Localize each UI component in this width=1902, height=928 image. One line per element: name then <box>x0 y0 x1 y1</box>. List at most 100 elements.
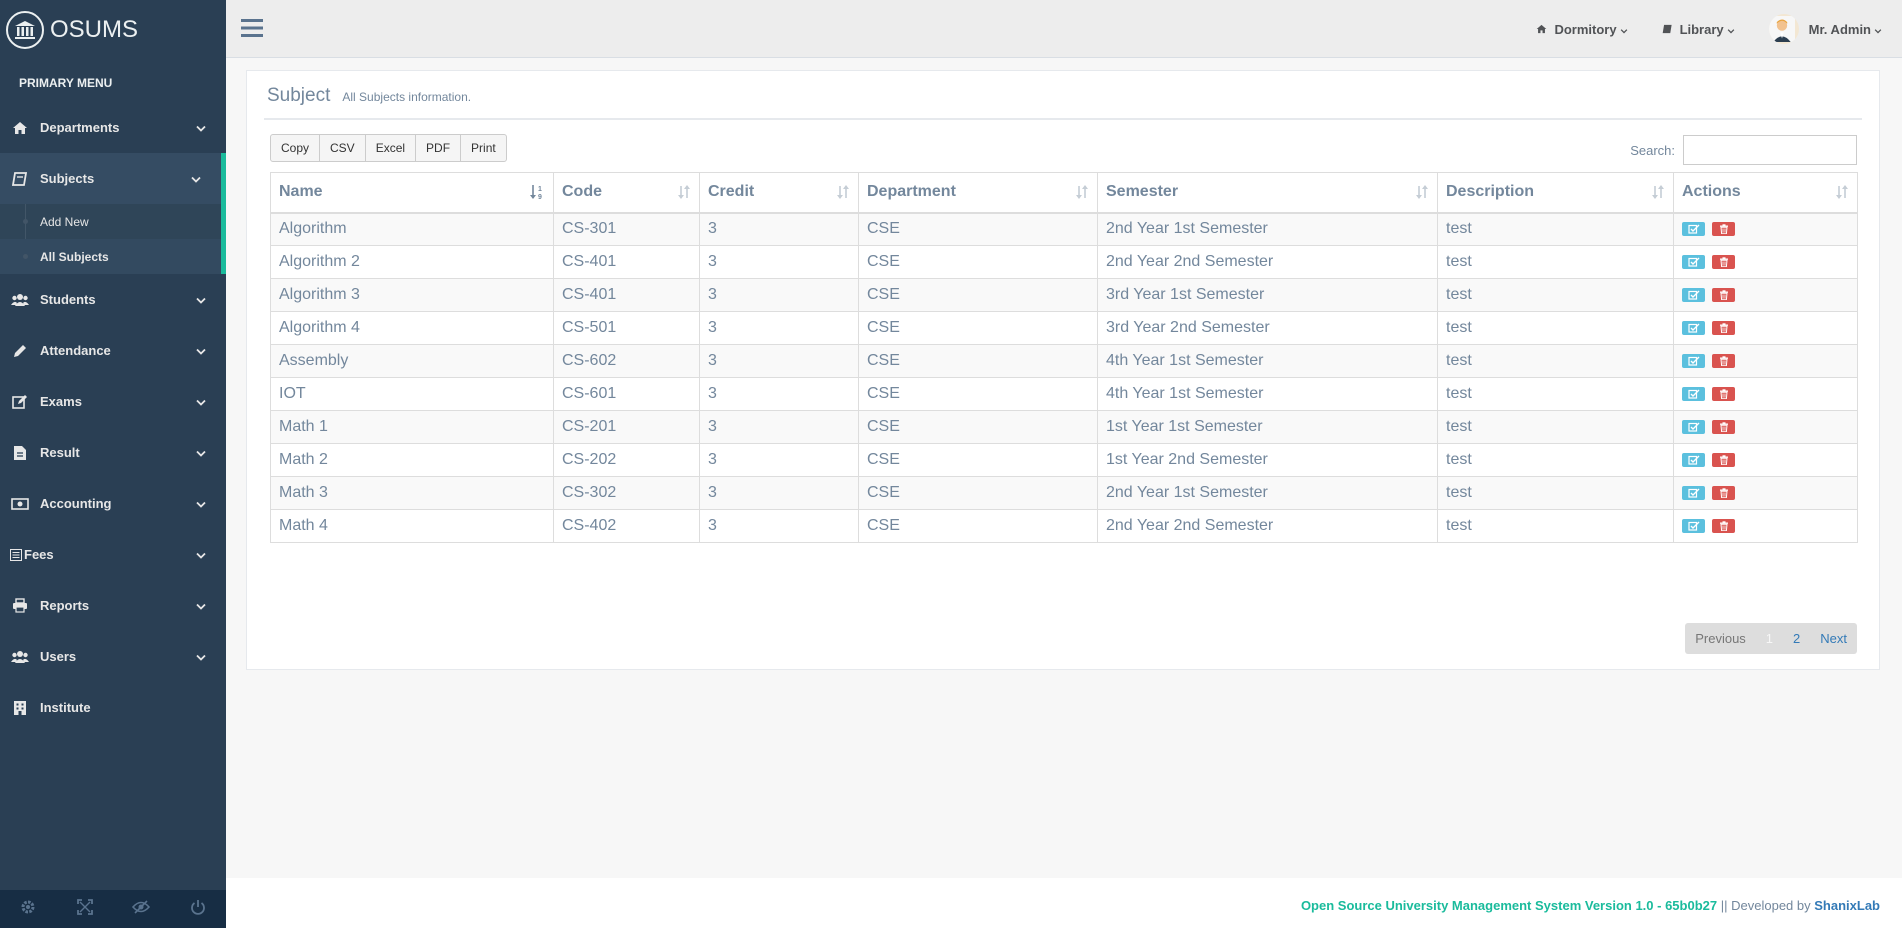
edit-icon <box>10 394 30 410</box>
previous-page-button[interactable]: Previous <box>1685 631 1756 646</box>
dormitory-dropdown[interactable]: Dormitory <box>1536 22 1631 37</box>
sidebar-item-institute[interactable]: Institute <box>0 682 226 733</box>
sidebar-item-departments[interactable]: Departments <box>0 102 226 153</box>
lock-button[interactable] <box>113 890 170 928</box>
cell-credit: 3 <box>699 212 859 246</box>
cell-semester: 4th Year 1st Semester <box>1097 377 1438 411</box>
delete-button[interactable] <box>1712 386 1735 401</box>
eye-slash-icon <box>132 899 151 919</box>
sidebar-item-fees[interactable]: Fees <box>0 529 226 580</box>
menu-heading: PRIMARY MENU <box>19 76 113 90</box>
sidebar-item-label: Users <box>40 649 77 664</box>
copy-button[interactable]: Copy <box>270 134 321 162</box>
edit-icon <box>1687 521 1699 531</box>
column-header-name[interactable]: Name 1 9 <box>270 172 554 214</box>
cell-semester: 2nd Year 1st Semester <box>1097 212 1438 246</box>
edit-button[interactable] <box>1682 485 1705 500</box>
pagination: Previous 1 2 Next <box>1685 623 1857 654</box>
delete-button[interactable] <box>1712 518 1735 533</box>
search-input[interactable] <box>1683 135 1857 165</box>
edit-button[interactable] <box>1682 452 1705 467</box>
sidebar-item-result[interactable]: Result <box>0 427 226 478</box>
brand[interactable]: OSUMS <box>0 0 226 60</box>
footer-developer-link[interactable]: ShanixLab <box>1814 898 1880 913</box>
cell-actions <box>1673 344 1858 378</box>
cell-semester: 2nd Year 1st Semester <box>1097 476 1438 510</box>
sidebar-item-label: Exams <box>40 394 82 409</box>
edit-icon <box>1687 323 1699 333</box>
edit-button[interactable] <box>1682 386 1705 401</box>
sidebar-item-users[interactable]: Users <box>0 631 226 682</box>
delete-button[interactable] <box>1712 452 1735 467</box>
sidebar-item-label: Attendance <box>40 343 111 358</box>
submenu-item-add-new[interactable]: Add New <box>0 204 221 239</box>
delete-button[interactable] <box>1712 222 1735 237</box>
edit-button[interactable] <box>1682 320 1705 335</box>
cell-description: test <box>1437 278 1674 312</box>
cell-code: CS-302 <box>553 476 700 510</box>
fullscreen-icon <box>76 898 93 920</box>
cell-description: test <box>1437 245 1674 279</box>
chevron-down-icon <box>196 649 206 664</box>
submenu-item-all-subjects[interactable]: All Subjects <box>0 239 221 274</box>
user-dropdown[interactable]: Mr. Admin <box>1768 14 1886 44</box>
next-page-button[interactable]: Next <box>1810 631 1857 646</box>
users-icon <box>10 293 30 307</box>
edit-button[interactable] <box>1682 419 1705 434</box>
page-2-button[interactable]: 2 <box>1783 631 1810 646</box>
library-dropdown[interactable]: Library <box>1662 22 1739 37</box>
footer-text: Open Source University Management System… <box>1301 898 1880 913</box>
edit-button[interactable] <box>1682 287 1705 302</box>
column-header-description[interactable]: Description <box>1437 172 1674 214</box>
cell-code: CS-602 <box>553 344 700 378</box>
delete-button[interactable] <box>1712 353 1735 368</box>
sidebar-item-students[interactable]: Students <box>0 274 226 325</box>
column-header-department[interactable]: Department <box>858 172 1098 214</box>
settings-button[interactable] <box>0 890 57 928</box>
cell-department: CSE <box>858 410 1098 444</box>
building-icon <box>10 700 30 716</box>
page-1-button[interactable]: 1 <box>1756 631 1783 646</box>
sidebar-item-attendance[interactable]: Attendance <box>0 325 226 376</box>
menu-toggle-icon[interactable] <box>241 19 263 42</box>
sidebar-item-accounting[interactable]: Accounting <box>0 478 226 529</box>
cell-department: CSE <box>858 377 1098 411</box>
sort-icon <box>1075 184 1089 205</box>
delete-button[interactable] <box>1712 287 1735 302</box>
edit-button[interactable] <box>1682 222 1705 237</box>
delete-button[interactable] <box>1712 419 1735 434</box>
pencil-icon <box>10 343 30 359</box>
delete-button[interactable] <box>1712 485 1735 500</box>
sidebar-item-label: Students <box>40 292 96 307</box>
logout-button[interactable] <box>170 890 227 928</box>
topnav-right: Dormitory Library Mr. Admin <box>1506 0 1886 58</box>
sidebar-item-subjects[interactable]: Subjects <box>0 153 226 204</box>
excel-button[interactable]: Excel <box>364 134 417 162</box>
cell-credit: 3 <box>699 278 859 312</box>
csv-button[interactable]: CSV <box>319 134 366 162</box>
edit-button[interactable] <box>1682 518 1705 533</box>
print-button[interactable]: Print <box>460 134 507 162</box>
sort-icon <box>836 184 850 205</box>
delete-button[interactable] <box>1712 320 1735 335</box>
table-row: Algorithm 3 CS-401 3 CSE 3rd Year 1st Semest… <box>270 278 1858 312</box>
cell-description: test <box>1437 509 1674 543</box>
pdf-button[interactable]: PDF <box>415 134 462 162</box>
edit-button[interactable] <box>1682 353 1705 368</box>
column-header-credit[interactable]: Credit <box>699 172 859 214</box>
column-header-actions[interactable]: Actions <box>1673 172 1858 214</box>
edit-button[interactable] <box>1682 254 1705 269</box>
column-header-semester[interactable]: Semester <box>1097 172 1438 214</box>
sidebar-item-reports[interactable]: Reports <box>0 580 226 631</box>
cell-semester: 3rd Year 2nd Semester <box>1097 311 1438 345</box>
delete-button[interactable] <box>1712 254 1735 269</box>
cell-name: Math 3 <box>270 476 554 510</box>
trash-icon <box>1719 488 1728 498</box>
cell-department: CSE <box>858 443 1098 477</box>
fullscreen-button[interactable] <box>57 890 114 928</box>
cell-department: CSE <box>858 311 1098 345</box>
column-header-code[interactable]: Code <box>553 172 700 214</box>
footer-developed-by: Developed by <box>1731 898 1811 913</box>
cell-actions <box>1673 278 1858 312</box>
sidebar-item-exams[interactable]: Exams <box>0 376 226 427</box>
